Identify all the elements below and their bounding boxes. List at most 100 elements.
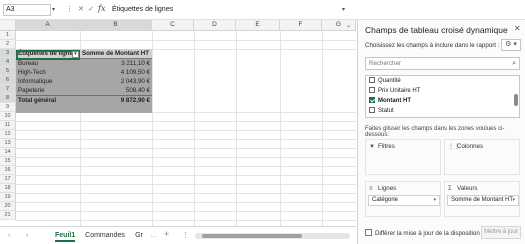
rows-zone-header: ≡ Lignes xyxy=(369,185,396,192)
column-header-e[interactable]: E xyxy=(236,20,280,31)
chevron-down-icon[interactable]: ▾ xyxy=(512,196,515,205)
name-box-dropdown-icon[interactable]: ▾ xyxy=(52,4,60,16)
row-header[interactable]: 11 xyxy=(0,121,16,130)
row-header[interactable]: 20 xyxy=(0,202,16,211)
field-checkbox[interactable] xyxy=(369,77,375,83)
columns-zone-title: Colonnes xyxy=(457,143,484,150)
column-header-f[interactable]: F xyxy=(280,20,322,31)
row-header[interactable]: 18 xyxy=(0,184,16,193)
row-header[interactable]: 6 xyxy=(0,76,16,85)
column-header-c[interactable]: C xyxy=(152,20,194,31)
name-box[interactable]: A3 xyxy=(3,4,51,16)
enter-icon[interactable]: ✓ xyxy=(88,4,94,16)
previous-sheet-icon[interactable]: ‹ xyxy=(8,231,10,241)
gear-icon[interactable]: ⚙ ▾ xyxy=(501,39,521,51)
more-icon[interactable]: ⋮ xyxy=(66,4,73,16)
pivot-fields-panel: Champs de tableau croisé dynamique ✕ Cho… xyxy=(357,20,525,244)
field-label: Statut xyxy=(378,108,394,114)
values-field-somme-montant[interactable]: Somme de Montant HT ▾ xyxy=(447,195,519,206)
field-item-statut[interactable]: Statut xyxy=(369,107,394,116)
next-sheet-icon[interactable]: › xyxy=(26,231,28,241)
update-button[interactable]: Mettre à jour xyxy=(481,226,521,239)
pivot-row-value[interactable]: 3 211,10 € xyxy=(80,59,152,68)
pivot-row-label[interactable]: Bureau xyxy=(16,59,80,68)
formula-bar: A3 ▾ ⋮ ✕ ✓ fx Étiquettes de lignes ▾ xyxy=(0,0,525,20)
pivot-grand-total-value[interactable]: 9 872,90 € xyxy=(80,95,152,104)
field-checkbox[interactable] xyxy=(369,87,375,93)
sheet-tab-gr[interactable]: Gr xyxy=(133,230,145,242)
more-sheets-icon[interactable]: … xyxy=(150,231,157,241)
gridline xyxy=(16,193,356,194)
row-header[interactable]: 17 xyxy=(0,175,16,184)
gridline xyxy=(16,40,356,41)
pivot-row-label[interactable]: High-Tech xyxy=(16,68,80,77)
search-icon: ⌕ xyxy=(512,60,516,67)
pivot-row-value[interactable]: 2 043,90 € xyxy=(80,77,152,86)
row-header[interactable]: 9 xyxy=(0,103,16,112)
field-label: Prix Unitaire HT xyxy=(378,88,421,94)
filter-dropdown-icon[interactable]: ▾ xyxy=(72,51,79,58)
formula-input[interactable]: Étiquettes de lignes xyxy=(112,4,173,16)
row-header[interactable]: 1 xyxy=(0,31,16,40)
add-sheet-icon[interactable]: + xyxy=(164,229,169,239)
filters-zone[interactable]: ▼ Filtres xyxy=(365,139,441,175)
pivot-row-label[interactable]: Papeterie xyxy=(16,86,80,95)
field-search-input[interactable]: Rechercher ⌕ xyxy=(365,57,520,70)
row-header[interactable]: 13 xyxy=(0,139,16,148)
values-zone[interactable]: Σ Valeurs Somme de Montant HT ▾ xyxy=(444,181,520,217)
chevron-down-icon[interactable]: ▾ xyxy=(433,196,436,205)
field-item-prix-unitaire[interactable]: Prix Unitaire HT xyxy=(369,87,420,96)
row-header[interactable]: 4 xyxy=(0,58,16,67)
field-checkbox[interactable] xyxy=(369,107,375,113)
values-zone-header: Σ Valeurs xyxy=(448,185,478,192)
columns-icon: ⋮⋮ xyxy=(448,144,460,150)
gridline xyxy=(194,31,195,226)
pivot-grand-total-label[interactable]: Total général xyxy=(16,95,80,104)
spreadsheet-grid[interactable]: A B C D E F G ⌄ 1 2 3 4 5 6 7 8 9 10 11 … xyxy=(0,20,356,226)
rows-zone-title: Lignes xyxy=(378,185,397,192)
cancel-icon[interactable]: ✕ xyxy=(78,4,84,16)
field-list-scrollbar[interactable] xyxy=(514,78,518,116)
filters-zone-header: ▼ Filtres xyxy=(369,143,395,150)
row-header[interactable]: 16 xyxy=(0,166,16,175)
rows-zone[interactable]: ≡ Lignes Catégorie ▾ xyxy=(365,181,441,217)
column-header-a[interactable]: A xyxy=(16,20,80,31)
column-header-d[interactable]: D xyxy=(194,20,236,31)
pivot-row-value[interactable]: 508,40 € xyxy=(80,86,152,95)
row-header[interactable]: 7 xyxy=(0,85,16,94)
row-header[interactable]: 10 xyxy=(0,112,16,121)
close-icon[interactable]: ✕ xyxy=(514,24,521,33)
gridline xyxy=(280,31,281,226)
row-header[interactable]: 3 xyxy=(0,49,16,58)
row-header[interactable]: 21 xyxy=(0,211,16,220)
insert-function-icon[interactable]: fx xyxy=(98,3,105,15)
row-header[interactable]: 15 xyxy=(0,157,16,166)
select-all-corner[interactable] xyxy=(0,20,16,31)
pivot-values-header[interactable]: Somme de Montant HT xyxy=(80,49,152,59)
defer-update-checkbox[interactable] xyxy=(365,229,372,236)
columns-zone[interactable]: ⋮⋮Colonnes xyxy=(444,139,520,175)
column-header-b[interactable]: B xyxy=(80,20,152,31)
expand-formula-bar-icon[interactable]: ▾ xyxy=(342,4,345,16)
pivot-row-value[interactable]: 4 109,50 € xyxy=(80,68,152,77)
defer-update-option[interactable]: Différer la mise à jour de la dispositio… xyxy=(365,229,480,238)
row-header[interactable]: 14 xyxy=(0,148,16,157)
sheet-tab-commandes[interactable]: Commandes xyxy=(83,230,127,242)
row-header[interactable]: 2 xyxy=(0,40,16,49)
field-checkbox-checked[interactable] xyxy=(369,97,375,103)
rows-field-categorie[interactable]: Catégorie ▾ xyxy=(368,195,440,206)
filters-zone-title: Filtres xyxy=(378,143,395,150)
values-field-label: Somme de Montant HT xyxy=(451,197,514,203)
scrollbar-thumb[interactable] xyxy=(514,94,518,106)
scrollbar-thumb[interactable] xyxy=(202,234,302,238)
field-item-quantite[interactable]: Quantité xyxy=(369,77,401,86)
pivot-row-label[interactable]: Informatique xyxy=(16,77,80,86)
row-header[interactable]: 5 xyxy=(0,67,16,76)
row-header[interactable]: 19 xyxy=(0,193,16,202)
sheet-tab-feuil1[interactable]: Feuil1 xyxy=(55,230,75,242)
sheet-options-icon[interactable]: ⋮ xyxy=(182,231,189,241)
horizontal-scrollbar[interactable] xyxy=(195,233,350,239)
row-header[interactable]: 8 xyxy=(0,94,16,103)
row-header[interactable]: 12 xyxy=(0,130,16,139)
field-item-montant-ht[interactable]: Montant HT xyxy=(369,97,411,106)
